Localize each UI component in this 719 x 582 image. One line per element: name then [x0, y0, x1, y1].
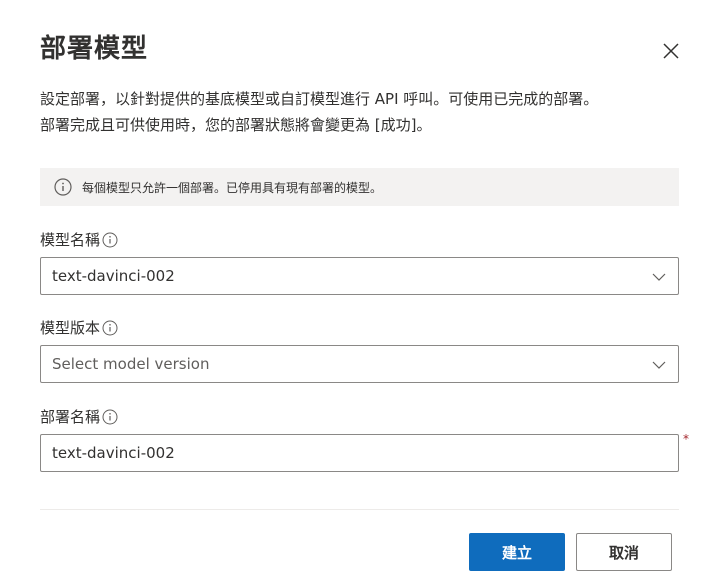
- model-name-value: text-davinci-002: [52, 267, 175, 285]
- description-line-1: 設定部署，以針對提供的基底模型或自訂模型進行 API 呼叫。可使用已完成的部署。: [40, 90, 599, 108]
- chevron-down-icon: [652, 273, 666, 281]
- deploy-model-dialog: 部署模型 設定部署，以針對提供的基底模型或自訂模型進行 API 呼叫。可使用已完…: [0, 0, 719, 582]
- info-icon: [54, 178, 72, 196]
- create-button[interactable]: 建立: [469, 533, 565, 571]
- chevron-down-icon: [652, 361, 666, 369]
- close-button[interactable]: [660, 40, 682, 62]
- cancel-button[interactable]: 取消: [576, 533, 672, 571]
- deployment-name-input[interactable]: text-davinci-002: [40, 434, 679, 472]
- model-name-label: 模型名稱: [40, 229, 118, 250]
- deployment-name-info-icon[interactable]: [102, 409, 118, 425]
- deployment-name-label: 部署名稱: [40, 406, 118, 427]
- model-version-info-icon[interactable]: [102, 320, 118, 336]
- model-name-info-icon[interactable]: [102, 232, 118, 248]
- deployment-name-value: text-davinci-002: [52, 444, 175, 462]
- footer-divider: [40, 509, 679, 510]
- model-version-dropdown[interactable]: Select model version: [40, 345, 679, 383]
- dialog-description: 設定部署，以針對提供的基底模型或自訂模型進行 API 呼叫。可使用已完成的部署。…: [40, 86, 680, 138]
- dialog-title: 部署模型: [40, 34, 149, 64]
- model-name-dropdown[interactable]: text-davinci-002: [40, 257, 679, 295]
- info-message-text: 每個模型只允許一個部署。已停用具有現有部署的模型。: [82, 180, 383, 195]
- model-version-placeholder: Select model version: [52, 355, 210, 373]
- description-line-2: 部署完成且可供使用時，您的部署狀態將會變更為 [成功]。: [40, 116, 432, 134]
- info-message-bar: 每個模型只允許一個部署。已停用具有現有部署的模型。: [40, 168, 679, 206]
- model-version-label: 模型版本: [40, 317, 118, 338]
- required-marker: *: [683, 432, 689, 446]
- close-icon: [663, 43, 679, 59]
